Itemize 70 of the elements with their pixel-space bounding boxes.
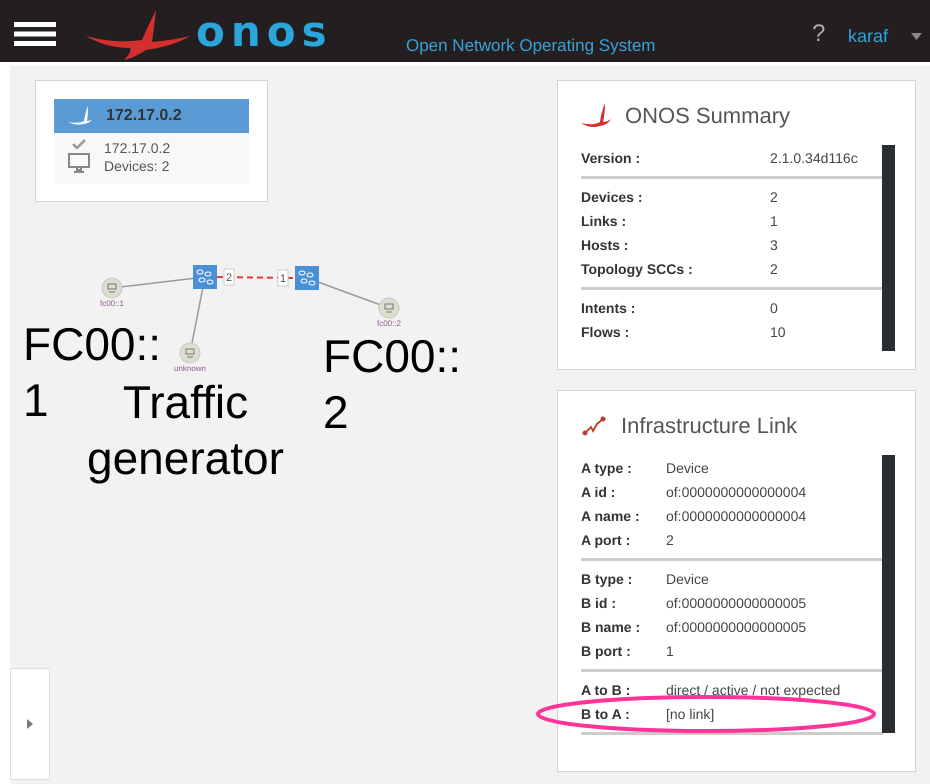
annotation-text: FC00::: [23, 317, 162, 372]
port-label: 1: [278, 270, 288, 286]
caret-icon: [27, 719, 33, 729]
field-label: A port :: [581, 530, 632, 550]
field-value: 2: [666, 530, 674, 550]
tagline: Open Network Operating System: [406, 35, 656, 57]
host-icon[interactable]: [102, 278, 122, 298]
field-value: of:0000000000000004: [666, 482, 806, 502]
field-label: A name :: [581, 506, 641, 526]
field-label: B type :: [581, 570, 634, 589]
host-label: unknown: [174, 364, 206, 373]
switch-icon[interactable]: [295, 266, 319, 290]
field-value: 1: [666, 642, 674, 660]
caret-icon[interactable]: [911, 33, 922, 40]
device-count: Devices: 2: [104, 157, 170, 175]
field-value: direct / active / not expected: [666, 680, 840, 700]
panel-toggle[interactable]: [10, 668, 50, 780]
annotation-text: 2: [323, 385, 349, 440]
field-value: 0: [770, 298, 778, 318]
field-label: Version :: [581, 148, 642, 168]
field-value: [no link]: [666, 704, 714, 724]
field-label: A id :: [581, 482, 616, 502]
host-icon[interactable]: [378, 298, 400, 318]
field-value: 3: [770, 236, 778, 254]
field-label: Intents :: [581, 298, 636, 318]
port-label: 2: [224, 268, 234, 286]
onos-logo: onos: [196, 11, 333, 53]
node-ip: 172.17.0.2: [104, 139, 170, 157]
cluster-row[interactable]: 172.17.0.2: [54, 99, 249, 133]
field-label: B port :: [581, 642, 632, 661]
field-value: of:0000000000000005: [666, 618, 806, 636]
field-value: 2: [770, 188, 778, 206]
field-value: 10: [770, 322, 786, 342]
user-menu[interactable]: karaf: [848, 23, 888, 50]
host-label: fc00::2: [377, 319, 401, 328]
field-label: B name :: [581, 618, 642, 636]
field-value: 1: [770, 212, 778, 230]
field-label: Hosts :: [581, 236, 630, 254]
check-icon: [72, 139, 86, 149]
field-value: Device: [666, 570, 709, 588]
panel-title: ONOS Summary: [625, 102, 790, 130]
switch-icon[interactable]: [193, 265, 217, 289]
bird-icon: [581, 102, 611, 128]
field-label: Links :: [581, 212, 628, 230]
host-label: fc00::1: [100, 299, 124, 308]
panel-title: Infrastructure Link: [621, 412, 798, 440]
scrollbar[interactable]: [882, 145, 895, 351]
field-value: of:0000000000000005: [666, 594, 806, 612]
field-value: 2: [770, 260, 778, 278]
bird-icon: [68, 106, 92, 126]
monitor-icon: [68, 153, 90, 173]
annotation-text: 1: [23, 373, 49, 428]
host-icon[interactable]: [180, 342, 200, 364]
field-label: Topology SCCs :: [581, 260, 694, 279]
field-label: Devices :: [581, 188, 644, 206]
field-label: A to B :: [581, 680, 632, 700]
annotation-text: generator: [87, 431, 284, 486]
field-label: B id :: [581, 594, 617, 612]
annotation-text: Traffic: [122, 375, 248, 430]
field-label: B to A :: [581, 704, 631, 724]
menu-icon[interactable]: [14, 22, 56, 46]
link-icon: [581, 414, 607, 436]
field-value: of:0000000000000004: [666, 506, 806, 526]
scrollbar[interactable]: [882, 455, 895, 733]
annotation-text: FC00::: [323, 329, 462, 384]
field-value: 2.1.0.34d116c: [770, 148, 858, 168]
field-label: A type :: [581, 458, 633, 478]
help-link[interactable]: ?: [812, 22, 826, 46]
field-label: Flows :: [581, 322, 630, 342]
field-value: Device: [666, 458, 709, 478]
